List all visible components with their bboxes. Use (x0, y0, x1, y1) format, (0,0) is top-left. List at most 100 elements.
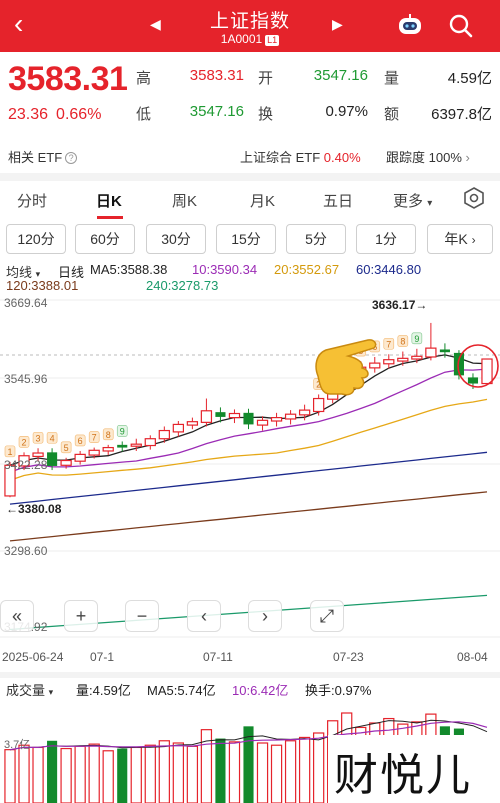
candle-body (172, 423, 185, 433)
candle-body (74, 453, 86, 462)
td-marker-label: 7 (386, 339, 391, 349)
triangle-left-icon[interactable]: ◀ (150, 16, 161, 33)
tab-monthly-k[interactable]: 月K (250, 190, 275, 211)
candle-body (256, 419, 269, 426)
period-120min[interactable]: 120分 (6, 224, 66, 254)
candle-body (102, 446, 114, 452)
volume-bar (88, 743, 100, 803)
kline-svg: 12345678923456789 3636.17→ ←3380.08 (0, 298, 500, 638)
zoom-out-button[interactable]: − (125, 600, 159, 632)
related-etf[interactable]: 相关 ETF? (8, 147, 78, 166)
candle-body (397, 357, 409, 362)
section-divider (0, 672, 500, 678)
period-buttons: 120分 60分 30分 15分 5分 1分 年K › (0, 224, 500, 256)
candle-body (425, 347, 437, 358)
chart-tabs: 分时 日K 周K 月K 五日 更多 ▾ (0, 181, 500, 219)
step-right-button[interactable]: › (248, 600, 282, 632)
composite-etf[interactable]: 上证综合 ETF 0.40% (240, 147, 361, 166)
stat-label-high: 高 (136, 70, 152, 87)
robot-icon[interactable] (396, 13, 424, 37)
tab-intraday[interactable]: 分时 (17, 190, 47, 211)
volume-selector[interactable]: 成交量 ▾ (6, 680, 53, 699)
watermark: 财悦儿 (328, 735, 500, 803)
candle-body (411, 355, 423, 360)
volume-bar (74, 745, 86, 803)
candle-body (186, 421, 199, 426)
period-yearly[interactable]: 年K › (427, 224, 493, 254)
candle-body (32, 452, 44, 458)
ma10-value: 10:3590.34 (192, 262, 258, 277)
zoom-in-button[interactable]: + (64, 600, 98, 632)
volume-bar (270, 744, 283, 803)
settings-icon[interactable] (462, 186, 486, 210)
volume-bar (60, 747, 72, 803)
td-marker-label: 2 (22, 437, 27, 447)
volume-bar (186, 745, 199, 803)
candle-body (228, 412, 241, 419)
period-5min[interactable]: 5分 (286, 224, 346, 254)
current-price: 3583.31 (8, 60, 128, 98)
search-icon[interactable] (448, 13, 474, 39)
section-divider (0, 173, 500, 181)
back-arrow-icon[interactable]: ‹ (14, 10, 23, 38)
scroll-left-button[interactable]: « (0, 600, 34, 632)
y-label-0: 3669.64 (4, 296, 48, 310)
stat-value-volume: 4.59亿 (447, 70, 492, 87)
td-marker-label: 5 (64, 443, 69, 453)
y-label-3: 3298.60 (4, 544, 48, 558)
ma20-value: 20:3552.67 (274, 262, 340, 277)
ma240-value: 240:3278.73 (146, 278, 219, 293)
td-marker-label: 7 (92, 433, 97, 443)
tracking-value: 100% (428, 150, 462, 165)
period-60min[interactable]: 60分 (75, 224, 135, 254)
fullscreen-button[interactable]: ⤢ (310, 600, 344, 632)
candle-body (47, 452, 58, 466)
triangle-right-icon[interactable]: ▶ (332, 16, 343, 33)
period-30min[interactable]: 30分 (146, 224, 206, 254)
candle-body (158, 429, 170, 440)
candle-body (369, 362, 381, 369)
stat-value-open: 3547.16 (313, 67, 368, 84)
td-marker-label: 9 (120, 426, 125, 436)
volume-bar (172, 742, 185, 803)
high-annotation: 3636.17→ (372, 298, 427, 312)
x-label-1: 07-1 (90, 650, 115, 664)
volume-value: 量:4.59亿 (76, 683, 131, 698)
candle-body (88, 449, 100, 456)
volume-bar (18, 744, 30, 803)
candle-body (383, 359, 395, 365)
ma120-line (9, 491, 488, 542)
td-marker-label: 8 (400, 337, 405, 347)
ma5-value: MA5:3588.38 (90, 262, 168, 277)
candle-body (130, 443, 142, 447)
volume-bar (102, 750, 114, 803)
stat-label-turnover: 换 (258, 106, 274, 123)
kline-chart[interactable]: 12345678923456789 3636.17→ ←3380.08 3669… (0, 294, 500, 644)
volume-bar (215, 738, 226, 803)
candle-body (270, 417, 283, 422)
volume-ma10: 10:6.42亿 (232, 683, 289, 698)
volume-bar (158, 740, 170, 803)
volume-turnover: 换手:0.97% (305, 683, 372, 698)
volume-bar (32, 746, 44, 803)
td-marker-label: 8 (106, 430, 111, 440)
candle-body (60, 459, 72, 466)
active-tab-indicator (97, 216, 123, 219)
x-label-4: 08-04 (457, 650, 488, 664)
tab-more[interactable]: 更多 ▾ (393, 190, 432, 211)
candle-body (467, 377, 479, 384)
tab-daily-k[interactable]: 日K (96, 190, 122, 211)
change-percent: 0.66% (56, 106, 102, 123)
level-badge: L1 (265, 35, 280, 46)
step-left-button[interactable]: ‹ (187, 600, 221, 632)
info-icon[interactable]: ? (65, 152, 78, 164)
tracking[interactable]: 跟踪度 100% › (386, 147, 470, 166)
tab-five-day[interactable]: 五日 (323, 190, 353, 211)
y-label-2: 3422.28 (4, 458, 48, 472)
x-label-0: 2025-06-24 (2, 650, 64, 664)
stat-value-low: 3547.16 (189, 103, 244, 120)
tab-weekly-k[interactable]: 周K (172, 190, 197, 211)
candle-body (312, 397, 325, 413)
period-1min[interactable]: 1分 (356, 224, 416, 254)
period-15min[interactable]: 15分 (216, 224, 276, 254)
